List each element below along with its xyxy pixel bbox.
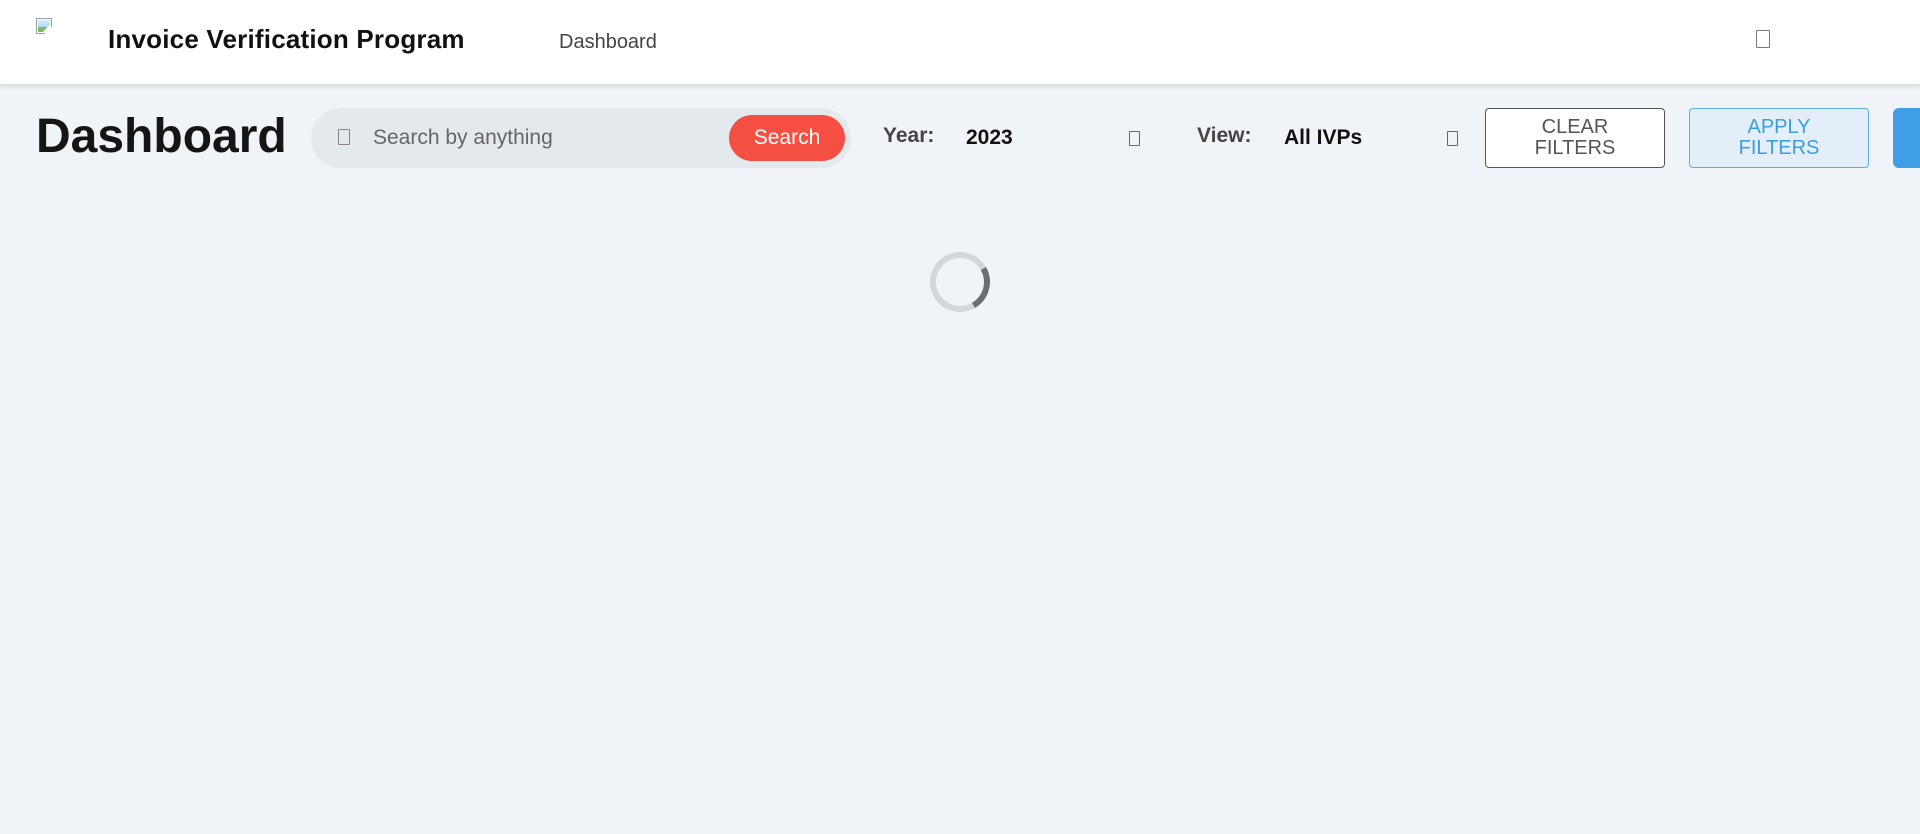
view-select-value: All IVPs (1284, 126, 1363, 149)
clear-filters-button[interactable]: CLEAR FILTERS (1485, 108, 1665, 168)
chevron-down-icon (1129, 131, 1140, 146)
action-button[interactable] (1893, 108, 1920, 168)
nav-item-dashboard[interactable]: Dashboard (559, 31, 657, 54)
view-select[interactable]: All IVPs (1278, 118, 1468, 158)
user-icon[interactable] (1756, 30, 1770, 48)
broken-image-icon (36, 18, 62, 44)
apply-filters-button[interactable]: APPLY FILTERS (1689, 108, 1869, 168)
page-title: Dashboard (36, 110, 287, 163)
year-select-value: 2023 (966, 126, 1013, 149)
search-icon (338, 129, 350, 145)
loading-spinner (923, 245, 997, 319)
top-header: Invoice Verification Program Dashboard (0, 0, 1920, 84)
chevron-down-icon (1447, 131, 1458, 146)
app-title: Invoice Verification Program (108, 24, 465, 54)
year-select[interactable]: 2023 (960, 118, 1150, 158)
search-input[interactable] (371, 120, 731, 156)
year-filter-label: Year: (883, 124, 935, 147)
search-button[interactable]: Search (729, 115, 845, 161)
view-filter-label: View: (1197, 124, 1252, 147)
search-bar: Search (311, 108, 851, 168)
